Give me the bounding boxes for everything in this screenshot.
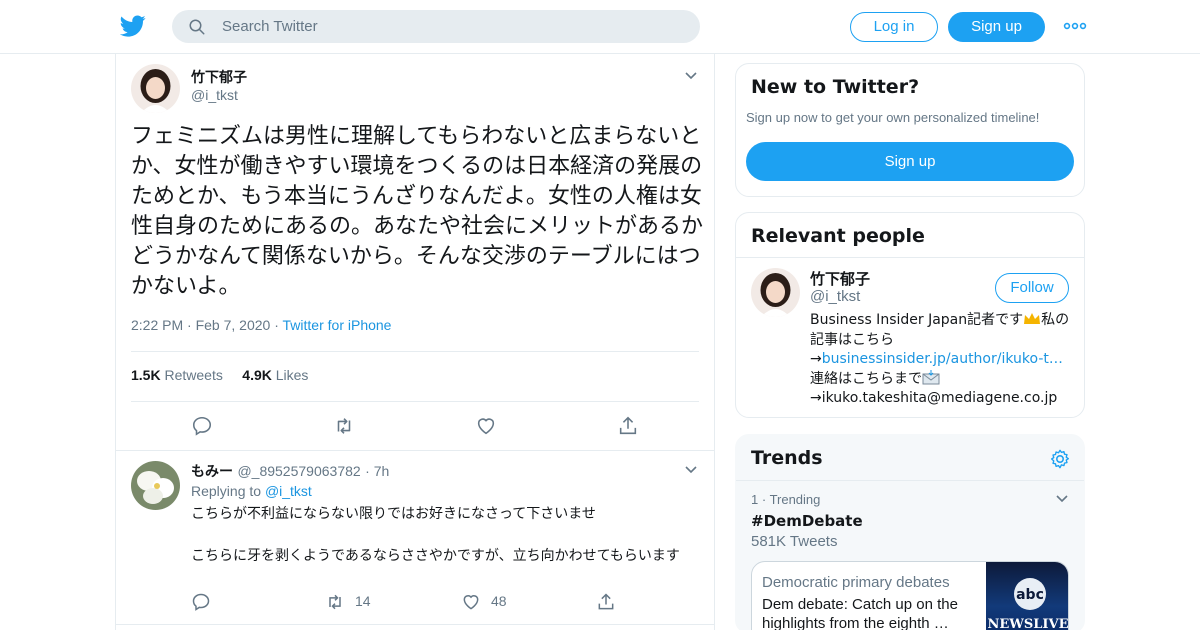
divider xyxy=(131,401,699,402)
replying-prefix: Replying to xyxy=(191,483,262,499)
twitter-bird-icon[interactable] xyxy=(120,13,146,39)
tweet-meta: 2:22 PM · Feb 7, 2020 · Twitter for iPho… xyxy=(131,317,392,333)
chevron-down-icon[interactable] xyxy=(684,465,698,475)
tweet-stats: 1.5K Retweets 4.9K Likes xyxy=(131,367,308,383)
signup-button[interactable]: Sign up xyxy=(948,12,1045,42)
relevant-person-handle[interactable]: @i_tkst xyxy=(810,288,860,305)
reply-retweet-action[interactable]: 14 xyxy=(325,592,385,612)
reply-text: こちらが不利益にならない限りではお好きになさって下さいませ こちらに牙を剥くよう… xyxy=(191,506,680,564)
bio-text: →ikuko.takeshita@mediagene.co.jp xyxy=(810,390,1058,406)
tweet-column: 竹下郁子 @i_tkst フェミニズムは男性に理解してもらわないと広まらないとか… xyxy=(115,54,715,630)
share-icon[interactable] xyxy=(617,415,639,437)
reply-like-count: 48 xyxy=(491,593,507,609)
relevant-person-bio: Business Insider Japan記者です 私の記事はこちら→busin… xyxy=(810,311,1074,409)
divider xyxy=(736,257,1084,258)
tweet-author-handle[interactable]: @i_tkst xyxy=(191,87,238,103)
author-avatar[interactable] xyxy=(131,64,180,113)
retweets-label[interactable]: Retweets xyxy=(164,367,222,383)
reply-author-name[interactable]: もみー xyxy=(191,464,233,480)
gear-icon[interactable] xyxy=(1049,448,1071,470)
crown-icon xyxy=(1023,312,1041,326)
divider xyxy=(736,480,1084,481)
divider xyxy=(131,351,699,352)
trend-tweet-count: 581K Tweets xyxy=(751,533,838,550)
reply-header: もみー @_8952579063782 · 7h xyxy=(191,463,390,480)
news-category: Democratic primary debates xyxy=(762,574,950,591)
trend-rank: 1 · Trending xyxy=(751,492,821,507)
share-icon xyxy=(598,593,614,610)
reply-author-avatar[interactable] xyxy=(131,461,180,510)
replying-to-handle[interactable]: @i_tkst xyxy=(265,483,312,499)
bio-text: 連絡はこちらまで xyxy=(810,370,922,387)
reply-icon[interactable] xyxy=(191,415,213,437)
reply-like-action[interactable]: 48 xyxy=(461,592,521,612)
chevron-down-icon[interactable] xyxy=(1055,494,1069,504)
likes-count[interactable]: 4.9K xyxy=(242,367,272,383)
divider xyxy=(116,624,714,625)
reply-icon xyxy=(192,593,210,611)
abc-news-logo: abc NEWSLIVE xyxy=(988,578,1069,630)
trends-card: Trends 1 · Trending #DemDebate 581K Twee… xyxy=(735,434,1085,630)
news-thumbnail: abc NEWSLIVE xyxy=(986,562,1069,630)
reply-reply-action[interactable] xyxy=(191,592,211,612)
new-to-twitter-title: New to Twitter? xyxy=(751,76,920,98)
bio-text: Business Insider Japan記者です xyxy=(810,312,1024,328)
retweets-count[interactable]: 1.5K xyxy=(131,367,161,383)
trend-rank-label: Trending xyxy=(769,492,821,507)
trends-title: Trends xyxy=(751,447,823,469)
bio-link[interactable]: businessinsider.jp/author/ikuko-t… xyxy=(822,351,1063,367)
divider xyxy=(116,450,714,451)
newslive-text: NEWSLIVE xyxy=(988,617,1069,630)
tweet-author-name[interactable]: 竹下郁子 xyxy=(191,67,247,87)
sidebar-signup-button[interactable]: Sign up xyxy=(746,142,1074,181)
new-to-twitter-card: New to Twitter? Sign up now to get your … xyxy=(735,63,1085,197)
retweet-icon xyxy=(329,594,341,610)
chevron-down-icon[interactable] xyxy=(684,71,698,81)
relevant-person-name[interactable]: 竹下郁子 xyxy=(810,268,870,289)
relevant-people-card: Relevant people 竹下郁子 @i_tkst Follow Busi… xyxy=(735,212,1085,418)
more-options-icon[interactable] xyxy=(1063,16,1087,36)
tweet-date[interactable]: Feb 7, 2020 xyxy=(196,317,271,333)
news-headline: Dem debate: Catch up on the highlights f… xyxy=(762,596,958,630)
relevant-person-avatar[interactable] xyxy=(751,268,800,317)
tweet-time[interactable]: 2:22 PM xyxy=(131,317,183,333)
reply-share-action[interactable] xyxy=(596,592,616,612)
like-icon[interactable] xyxy=(475,415,497,437)
trend-news-card[interactable]: Democratic primary debates Dem debate: C… xyxy=(751,561,1069,630)
top-navigation-bar: Search Twitter Log in Sign up xyxy=(0,0,1200,54)
reply-retweet-count: 14 xyxy=(355,593,371,609)
like-icon xyxy=(463,595,479,610)
trend-rank-number: 1 xyxy=(751,492,759,507)
replying-to: Replying to @i_tkst xyxy=(191,483,312,499)
search-input[interactable]: Search Twitter xyxy=(172,10,700,43)
reply-age[interactable]: 7h xyxy=(374,463,390,479)
search-icon xyxy=(189,19,205,35)
tweet-source[interactable]: Twitter for iPhone xyxy=(283,317,392,333)
follow-button[interactable]: Follow xyxy=(995,273,1069,303)
reply-author-handle[interactable]: @_8952579063782 xyxy=(237,463,360,479)
retweet-icon[interactable] xyxy=(333,415,355,437)
new-to-twitter-subtitle: Sign up now to get your own personalized… xyxy=(746,110,1040,125)
search-placeholder: Search Twitter xyxy=(222,18,318,35)
relevant-people-title: Relevant people xyxy=(751,225,925,247)
login-button[interactable]: Log in xyxy=(850,12,938,42)
abc-logo-text: abc xyxy=(1016,587,1044,603)
envelope-icon xyxy=(922,369,940,385)
likes-label[interactable]: Likes xyxy=(276,367,309,383)
trend-hashtag[interactable]: #DemDebate xyxy=(751,512,863,530)
tweet-text: フェミニズムは男性に理解してもらわないと広まらないとか、女性が働きやすい環境をつ… xyxy=(131,124,704,299)
